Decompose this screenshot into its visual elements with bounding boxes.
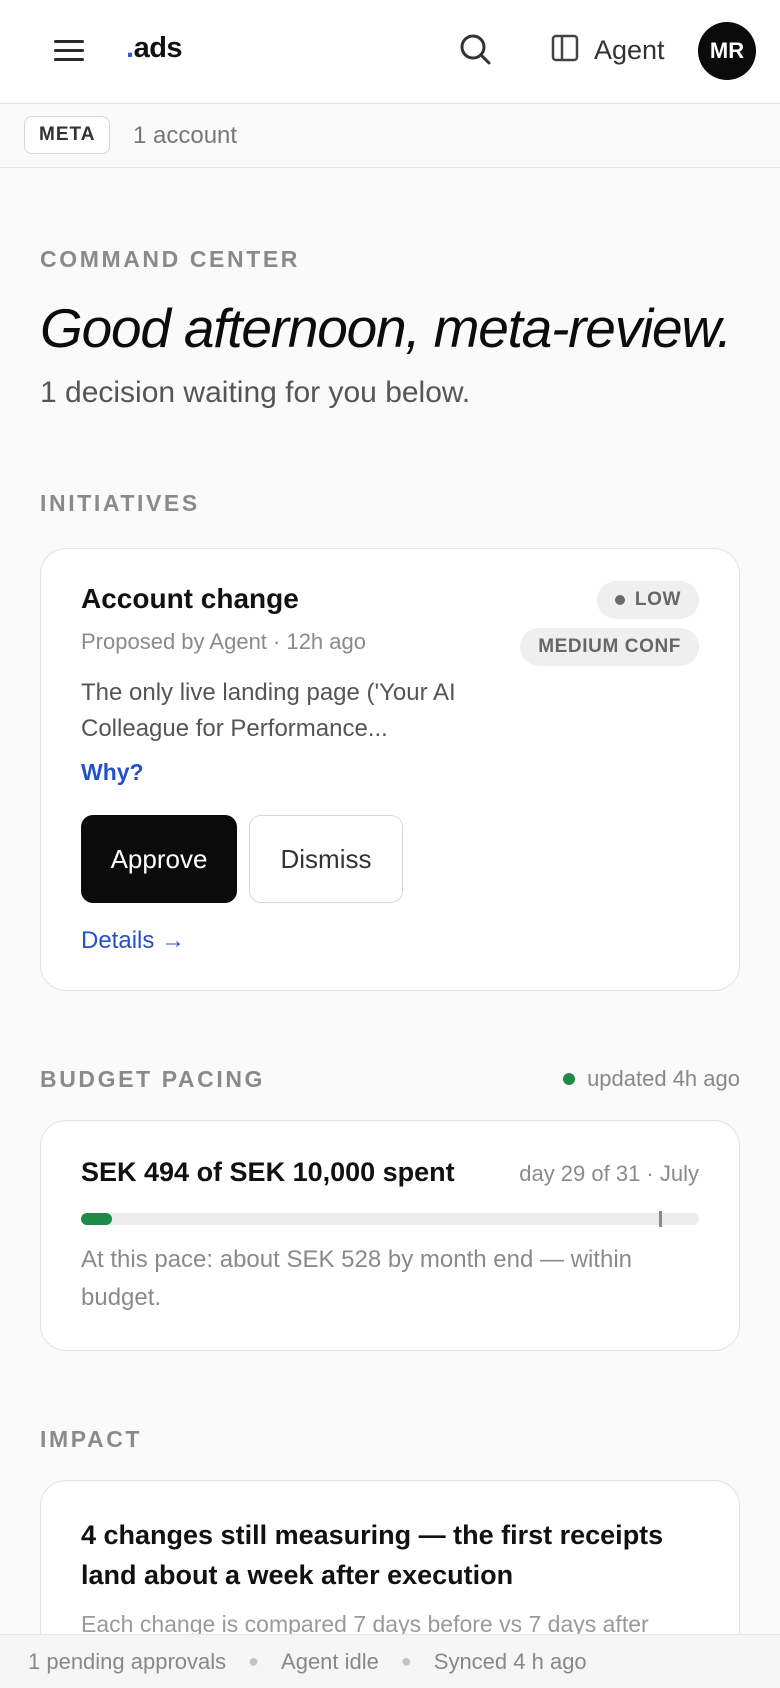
- agent-panel-button[interactable]: Agent: [550, 26, 665, 74]
- agent-label: Agent: [594, 34, 665, 65]
- sync-status: Synced 4 h ago: [433, 1648, 587, 1674]
- budget-updated: updated 4h ago: [563, 1066, 740, 1092]
- initiative-meta: Proposed by Agent · 12h ago: [81, 629, 366, 654]
- impact-title: 4 changes still measuring — the first re…: [81, 1520, 664, 1590]
- budget-day-info: day 29 of 31 · July: [519, 1161, 699, 1186]
- details-link[interactable]: Details →: [81, 927, 185, 955]
- severity-badge: LOW: [596, 581, 699, 619]
- approve-button[interactable]: Approve: [81, 815, 237, 903]
- budget-progress-fill: [81, 1213, 112, 1225]
- top-app-bar: .ads Agent MR: [0, 0, 780, 104]
- hero-eyebrow: COMMAND CENTER: [40, 246, 300, 272]
- initiative-description: The only live landing page ('Your AI Col…: [81, 679, 456, 742]
- initiative-card: Account change Proposed by Agent · 12h a…: [40, 548, 740, 991]
- dismiss-button[interactable]: Dismiss: [249, 815, 403, 903]
- initiatives-heading: INITIATIVES: [40, 490, 200, 516]
- status-dot-icon: [563, 1073, 576, 1085]
- agent-status: Agent idle: [281, 1648, 379, 1674]
- platform-bar: META 1 account: [0, 104, 780, 168]
- impact-heading: IMPACT: [40, 1426, 143, 1452]
- user-avatar[interactable]: MR: [698, 22, 756, 80]
- page-subtitle: 1 decision waiting for you below.: [40, 376, 471, 409]
- sidebar-panel-icon: [550, 33, 580, 68]
- page-title: Good afternoon, meta-review.: [40, 297, 732, 359]
- menu-icon[interactable]: [50, 34, 88, 68]
- separator-dot-icon: ●: [248, 1651, 260, 1671]
- severity-dot-icon: [614, 595, 625, 605]
- app-logo[interactable]: .ads: [126, 32, 183, 65]
- budget-pace-text: At this pace: about SEK 528 by month end…: [81, 1246, 632, 1311]
- elapsed-marker: [658, 1211, 662, 1227]
- pending-approvals-status[interactable]: 1 pending approvals: [28, 1649, 226, 1675]
- account-count: 1 account: [133, 122, 238, 149]
- status-bar: 1 pending approvals ● Agent idle ● Synce…: [0, 1634, 780, 1688]
- budget-progress-track: [81, 1211, 699, 1227]
- why-link[interactable]: Why?: [81, 759, 144, 786]
- confidence-badge: MEDIUM CONF: [520, 628, 699, 666]
- budget-spend: SEK 494 of SEK 10,000 spent: [81, 1157, 455, 1187]
- budget-pacing-heading: BUDGET PACING: [40, 1066, 266, 1092]
- platform-badge[interactable]: META: [24, 116, 111, 154]
- search-icon[interactable]: [456, 30, 496, 70]
- budget-card: SEK 494 of SEK 10,000 spent day 29 of 31…: [40, 1120, 740, 1351]
- initiative-title: Account change: [81, 583, 299, 614]
- separator-dot-icon: ●: [400, 1651, 412, 1671]
